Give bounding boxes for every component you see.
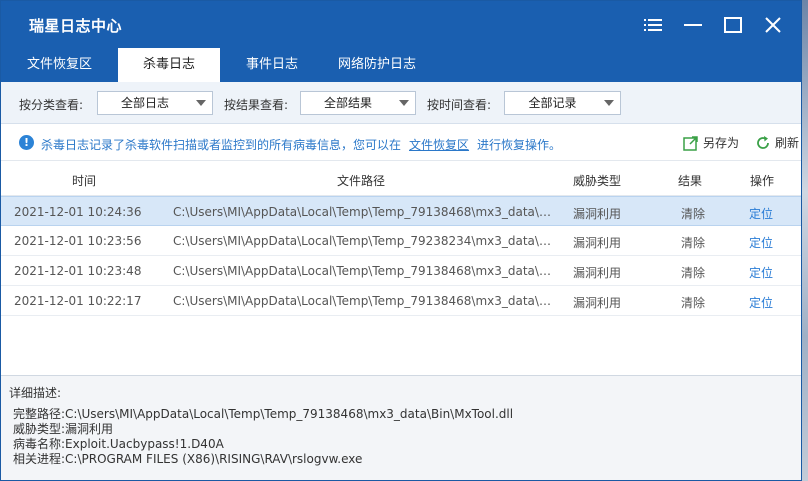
info-text-before: 杀毒日志记录了杀毒软件扫描或者监控到的所有病毒信息，您可以在 [41, 138, 402, 152]
locate-link[interactable]: 定位 [749, 234, 789, 251]
details-title: 详细描述: [9, 386, 62, 400]
row-threat-type: 漏洞利用 [573, 266, 622, 280]
save-as-button[interactable]: 另存为 [683, 134, 739, 151]
maximize-button[interactable] [713, 9, 753, 41]
row-result: 清除 [681, 266, 706, 280]
time-filter-select[interactable]: 全部记录 [504, 91, 621, 115]
tab-bar: 文件恢复区 杀毒日志 事件日志 网络防护日志 [13, 48, 442, 82]
time-filter-label: 按时间查看: [427, 98, 492, 112]
table-row[interactable]: 2021-12-01 10:23:56 C:\Users\MI\AppData\… [1, 226, 801, 256]
locate-link[interactable]: 定位 [749, 294, 789, 311]
chevron-down-icon [196, 100, 206, 106]
title-bar: 瑞星日志中心 文件恢复区 杀毒日志 事件日志 网络防护日志 [1, 1, 801, 82]
category-filter-label: 按分类查看: [19, 98, 84, 112]
result-filter-value: 全部结果 [323, 96, 372, 110]
row-time: 2021-12-01 10:24:36 [14, 205, 142, 219]
desktop-background-edge [802, 0, 808, 481]
table-row[interactable]: 2021-12-01 10:22:17 C:\Users\MI\AppData\… [1, 286, 801, 316]
row-path: C:\Users\MI\AppData\Local\Temp\Temp_7913… [173, 294, 557, 308]
detail-process: 相关进程:C:\PROGRAM FILES (X86)\RISING\RAV\r… [13, 450, 362, 467]
detail-process-value: C:\PROGRAM FILES (X86)\RISING\RAV\rslogv… [65, 452, 363, 466]
category-filter-select[interactable]: 全部日志 [97, 91, 213, 115]
row-path: C:\Users\MI\AppData\Local\Temp\Temp_7913… [173, 205, 557, 219]
info-message: 杀毒日志记录了杀毒软件扫描或者监控到的所有病毒信息，您可以在 文件恢复区 进行恢复操… [41, 136, 561, 153]
refresh-icon [757, 135, 769, 149]
column-header-result: 结果 [678, 174, 703, 188]
row-time: 2021-12-01 10:22:17 [14, 294, 142, 308]
column-header-path: 文件路径 [337, 174, 386, 188]
row-result: 清除 [681, 207, 706, 221]
row-path: C:\Users\MI\AppData\Local\Temp\Temp_7913… [173, 264, 557, 278]
refresh-label: 刷新 [775, 136, 800, 150]
info-text-after: 进行恢复操作。 [477, 138, 562, 152]
refresh-button[interactable]: 刷新 [755, 134, 799, 151]
tab-file-recovery[interactable]: 文件恢复区 [13, 48, 106, 82]
row-result: 清除 [681, 296, 706, 310]
row-threat-type: 漏洞利用 [573, 207, 622, 221]
tab-network-protection-log[interactable]: 网络防护日志 [324, 48, 430, 82]
locate-link[interactable]: 定位 [749, 264, 789, 281]
row-result: 清除 [681, 236, 706, 250]
filter-bar: 按分类查看: 全部日志 按结果查看: 全部结果 按时间查看: 全部记录 [1, 82, 801, 124]
result-filter-label: 按结果查看: [224, 98, 289, 112]
log-center-window: 瑞星日志中心 文件恢复区 杀毒日志 事件日志 网络防护日志 按分类查看: 全部日… [0, 0, 802, 481]
close-icon [765, 17, 781, 33]
column-header-type: 威胁类型 [573, 174, 622, 188]
row-path: C:\Users\MI\AppData\Local\Temp\Temp_7923… [173, 234, 557, 248]
file-recovery-link[interactable]: 文件恢复区 [409, 138, 469, 152]
minimize-icon [684, 24, 702, 26]
row-time: 2021-12-01 10:23:56 [14, 234, 142, 248]
detail-process-label: 相关进程: [13, 452, 66, 466]
chevron-down-icon [399, 100, 409, 106]
maximize-icon [724, 17, 742, 33]
menu-icon [644, 19, 662, 31]
row-threat-type: 漏洞利用 [573, 296, 622, 310]
detail-full-path-value: C:\Users\MI\AppData\Local\Temp\Temp_7913… [65, 407, 514, 421]
table-row[interactable]: 2021-12-01 10:24:36 C:\Users\MI\AppData\… [1, 196, 801, 226]
window-controls [633, 9, 793, 41]
tab-event-log[interactable]: 事件日志 [232, 48, 312, 82]
chevron-down-icon [604, 100, 614, 106]
locate-link[interactable]: 定位 [749, 205, 789, 222]
detail-threat-type-value: 漏洞利用 [65, 422, 114, 436]
result-filter-select[interactable]: 全部结果 [300, 91, 416, 115]
table-header: 时间 文件路径 威胁类型 结果 操作 [1, 162, 801, 196]
column-header-operation: 操作 [750, 174, 775, 188]
row-time: 2021-12-01 10:23:48 [14, 264, 142, 278]
export-icon [683, 135, 698, 151]
table-row[interactable]: 2021-12-01 10:23:48 C:\Users\MI\AppData\… [1, 256, 801, 286]
row-threat-type: 漏洞利用 [573, 236, 622, 250]
close-button[interactable] [753, 9, 793, 41]
save-as-label: 另存为 [703, 136, 740, 150]
details-panel: 详细描述: 完整路径:C:\Users\MI\AppData\Local\Tem… [1, 376, 801, 480]
time-filter-value: 全部记录 [528, 96, 577, 110]
info-bar: ! 杀毒日志记录了杀毒软件扫描或者监控到的所有病毒信息，您可以在 文件恢复区 进行恢… [1, 125, 801, 161]
window-title: 瑞星日志中心 [29, 17, 123, 35]
info-icon: ! [19, 135, 34, 150]
minimize-button[interactable] [673, 9, 713, 41]
tab-antivirus-log[interactable]: 杀毒日志 [118, 48, 221, 82]
category-filter-value: 全部日志 [120, 96, 169, 110]
column-header-time: 时间 [72, 174, 97, 188]
detail-virus-name-value: Exploit.Uacbypass!1.D40A [65, 437, 224, 451]
menu-button[interactable] [633, 9, 673, 41]
